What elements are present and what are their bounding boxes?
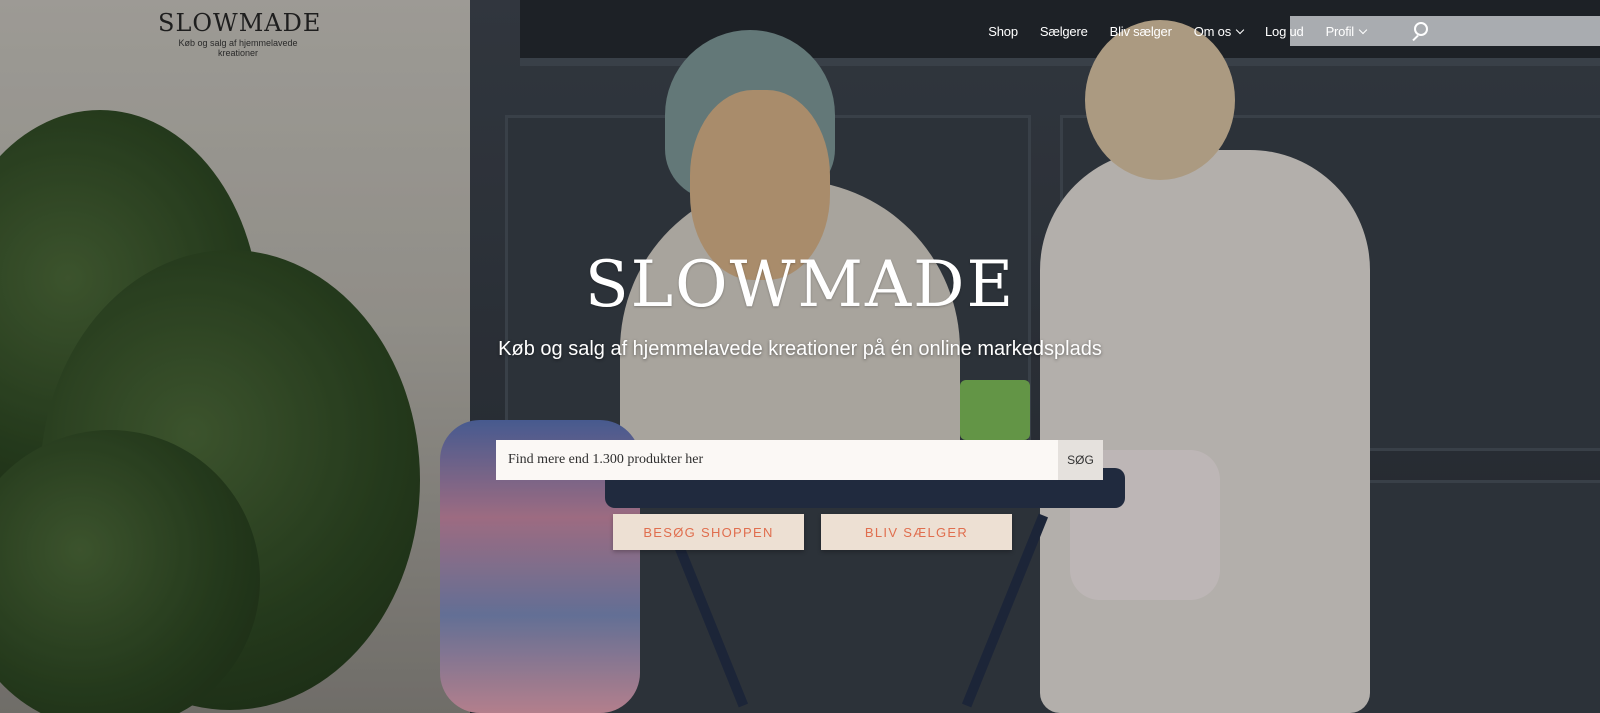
- nav-saelgere[interactable]: Sælgere: [1040, 24, 1088, 39]
- nav-bliv-saelger[interactable]: Bliv sælger: [1110, 24, 1172, 39]
- become-seller-button[interactable]: BLIV SÆLGER: [821, 514, 1012, 550]
- nav-shop[interactable]: Shop: [988, 24, 1018, 39]
- logo-wordmark: SLOWMADE: [158, 9, 322, 37]
- nav-log-ud[interactable]: Log ud: [1265, 24, 1304, 39]
- nav-profil-label: Profil: [1325, 23, 1355, 39]
- nav-om-os-label: Om os: [1193, 23, 1232, 39]
- hero-title: SLOWMADE: [584, 248, 1016, 322]
- product-search: SØG: [496, 440, 1103, 480]
- chevron-down-icon: [1235, 25, 1245, 34]
- nav-log-ud-label: Log ud: [1265, 23, 1304, 39]
- search-submit-button[interactable]: SØG: [1058, 440, 1103, 480]
- logo-tagline: Køb og salg af hjemmelavede kreationer: [178, 38, 298, 58]
- nav-saelgere-label: Sælgere: [1039, 23, 1088, 39]
- nav-bliv-saelger-label: Bliv sælger: [1109, 23, 1172, 39]
- main-navigation: Shop Sælgere Bliv sælger Om os Log ud Pr…: [966, 22, 1428, 42]
- hero-subtitle: Køb og salg af hjemmelavede kreationer p…: [498, 338, 1102, 360]
- chevron-down-icon: [1358, 25, 1368, 34]
- visit-shop-button[interactable]: BESØG SHOPPEN: [613, 514, 804, 550]
- nav-profil[interactable]: Profil: [1325, 23, 1368, 39]
- search-icon[interactable]: [1410, 22, 1428, 42]
- nav-shop-label: Shop: [988, 23, 1018, 39]
- product-search-input[interactable]: [496, 440, 1058, 480]
- site-header: SLOWMADE Køb og salg af hjemmelavede kre…: [0, 0, 1600, 64]
- nav-om-os[interactable]: Om os: [1193, 23, 1245, 39]
- site-logo[interactable]: SLOWMADE Køb og salg af hjemmelavede kre…: [158, 9, 322, 58]
